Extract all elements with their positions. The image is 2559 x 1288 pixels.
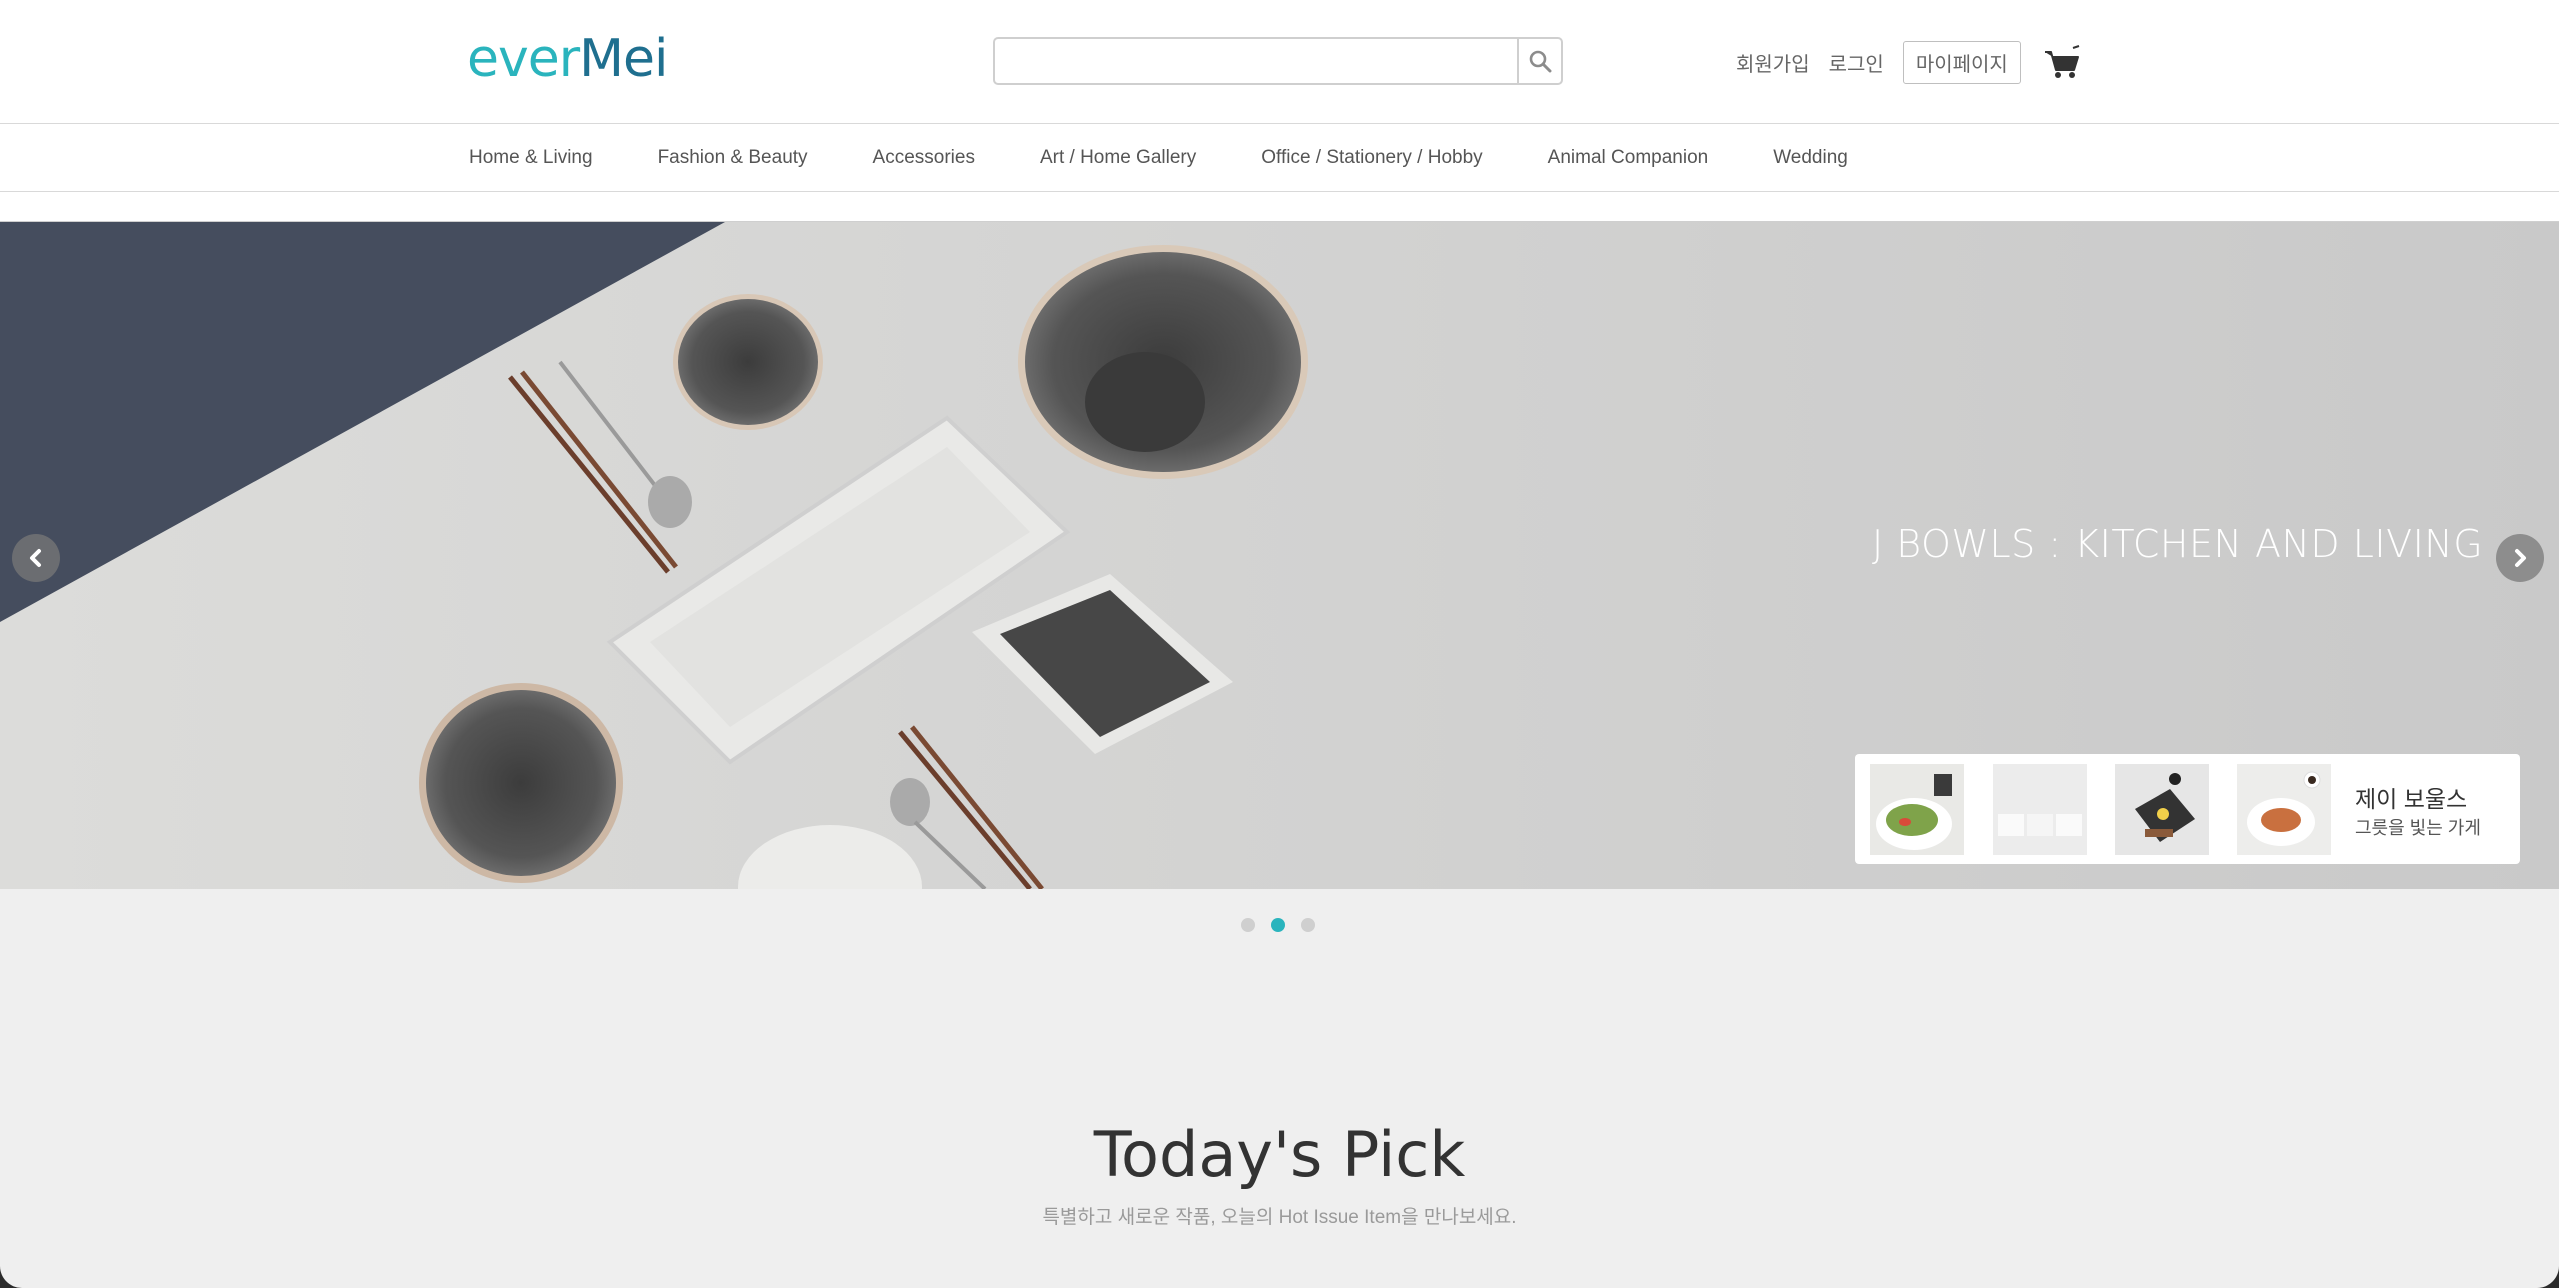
- slider-next-button[interactable]: [2496, 534, 2544, 582]
- search-button[interactable]: [1517, 39, 1561, 83]
- slider-prev-button[interactable]: [12, 534, 60, 582]
- slider-dot-3[interactable]: [1301, 918, 1315, 932]
- nav-accessories[interactable]: Accessories: [873, 147, 975, 169]
- product-thumbnail[interactable]: [2237, 764, 2331, 855]
- nav-fashion-beauty[interactable]: Fashion & Beauty: [658, 147, 808, 169]
- shop-tagline: 그릇을 빛는 가게: [2355, 818, 2481, 838]
- slider-dot-2[interactable]: [1271, 918, 1285, 932]
- slider-dot-1[interactable]: [1241, 918, 1255, 932]
- chevron-left-icon: [30, 549, 41, 567]
- hero-slider: J BOWLS : KITCHEN AND LIVING 제이 보울스 그릇을 …: [0, 222, 2559, 889]
- shop-info-card[interactable]: 제이 보울스 그릇을 빛는 가게: [1855, 754, 2520, 864]
- search-icon: [1529, 50, 1552, 73]
- chevron-right-icon: [2515, 549, 2526, 567]
- site-logo[interactable]: everMei: [467, 24, 668, 94]
- login-link[interactable]: 로그인: [1829, 48, 1884, 77]
- product-thumbnail[interactable]: [1870, 764, 1964, 855]
- product-thumbnail[interactable]: [1993, 764, 2087, 855]
- mypage-button[interactable]: 마이페이지: [1902, 40, 2021, 84]
- logo-text-ever: ever: [467, 29, 580, 89]
- nav-home-living[interactable]: Home & Living: [469, 147, 593, 169]
- cart-icon[interactable]: [2043, 44, 2081, 80]
- nav-wedding[interactable]: Wedding: [1773, 147, 1848, 169]
- page: everMei 회원가입 로그인 마이페이지 Home & Living Fas…: [0, 0, 2559, 1288]
- category-nav: Home & Living Fashion & Beauty Accessori…: [0, 124, 2559, 192]
- nav-art-home-gallery[interactable]: Art / Home Gallery: [1040, 147, 1196, 169]
- shop-name: 제이 보울스: [2355, 786, 2468, 812]
- site-header: everMei 회원가입 로그인 마이페이지: [0, 0, 2559, 124]
- section-title: Today's Pick: [1093, 1118, 1466, 1191]
- search-box: [993, 37, 1563, 85]
- slider-pagination: [1241, 918, 1331, 932]
- section-subtitle: 특별하고 새로운 작품, 오늘의 Hot Issue Item을 만나보세요.: [1042, 1207, 1517, 1228]
- account-links: 회원가입 로그인 마이페이지: [1736, 40, 2081, 84]
- nav-animal-companion[interactable]: Animal Companion: [1548, 147, 1709, 169]
- logo-text-mei: Mei: [579, 29, 668, 89]
- nav-spacer: [0, 192, 2559, 222]
- nav-office-stationery-hobby[interactable]: Office / Stationery / Hobby: [1261, 147, 1482, 169]
- signup-link[interactable]: 회원가입: [1736, 48, 1810, 77]
- search-input[interactable]: [1005, 45, 1505, 77]
- hero-title: J BOWLS : KITCHEN AND LIVING: [1872, 522, 2484, 566]
- product-thumbnail[interactable]: [2115, 764, 2209, 855]
